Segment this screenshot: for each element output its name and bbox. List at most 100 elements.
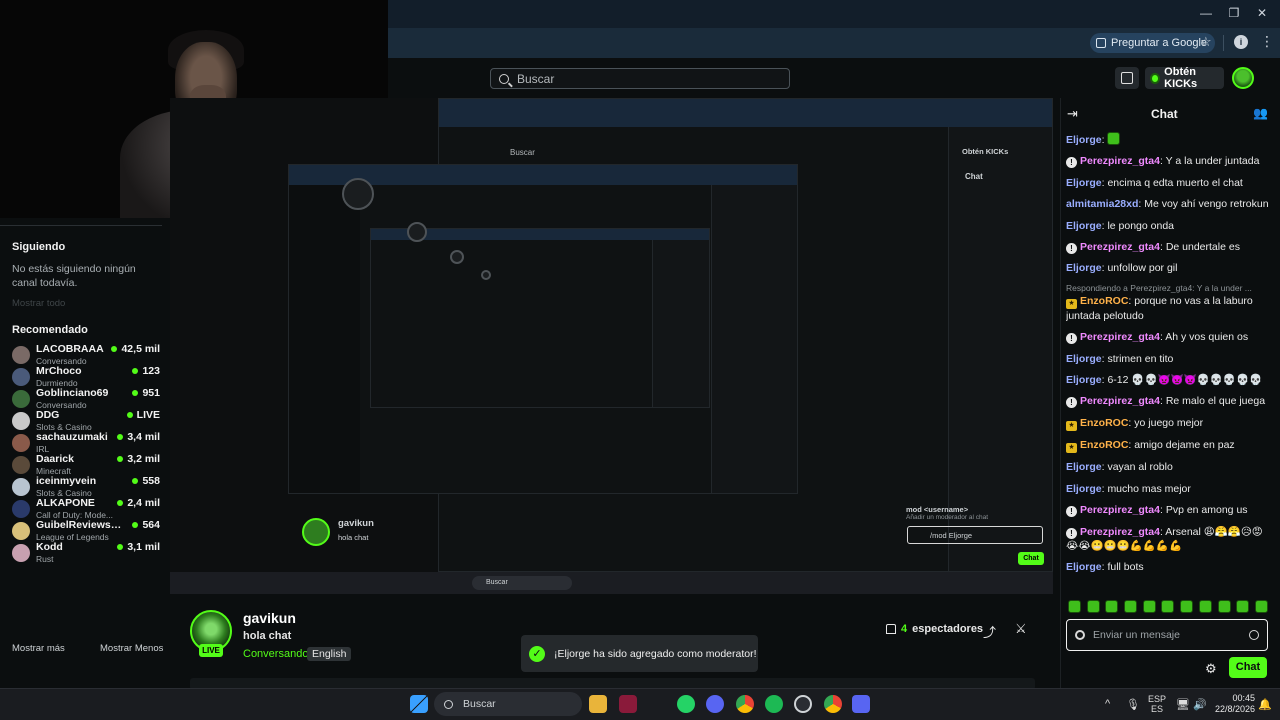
chat-message[interactable]: Eljorge: strimen en tito [1066,352,1272,366]
stream-language-tag[interactable]: English [307,647,352,661]
search-field[interactable] [490,68,790,89]
chat-username[interactable]: almitamia28xd [1066,198,1138,210]
emote-quick-bar [1068,600,1268,615]
emoji-picker-icon[interactable] [1249,630,1259,640]
chat-username[interactable]: Eljorge [1066,461,1102,473]
whatsapp-icon[interactable] [677,695,695,713]
chat-message-input[interactable] [1093,629,1241,641]
emote-icon[interactable] [1161,600,1175,613]
ask-google-button[interactable]: Preguntar a Google [1090,33,1216,53]
chrome-active-icon[interactable] [824,695,842,713]
chat-message[interactable]: ! Perezpirez_gta4: De undertale es [1066,240,1272,254]
profile-icon[interactable]: i [1234,35,1248,49]
chat-message[interactable]: Eljorge: mucho mas mejor [1066,482,1272,496]
chat-message[interactable]: Eljorge: encima q edta muerto el chat [1066,176,1272,190]
emote-icon[interactable] [1236,600,1250,613]
show-less-link[interactable]: Mostrar Menos [100,643,163,654]
chat-username[interactable]: EnzoROC [1080,439,1128,451]
chat-message[interactable]: ! Perezpirez_gta4: Pvp en among us [1066,503,1272,518]
chat-username[interactable]: Eljorge [1066,220,1102,232]
chat-message[interactable]: Eljorge: vayan al roblo [1066,460,1272,474]
chat-users-icon[interactable]: 👥 [1253,106,1268,120]
file-explorer-icon[interactable] [589,695,607,713]
chat-message[interactable]: Eljorge: [1066,132,1272,147]
spotify-icon[interactable] [765,695,783,713]
emote-icon[interactable] [1198,600,1212,613]
chat-message[interactable]: ! Perezpirez_gta4: Arsenal 😩😤😤😥😡😭😭😬😬😬💪💪💪💪 [1066,525,1272,553]
language-indicator[interactable]: ESP ES [1148,694,1166,714]
browser-menu-icon[interactable]: ⋮ [1260,33,1274,50]
taskbar-clock[interactable]: 00:45 22/8/2026 [1215,693,1255,715]
stream-category-link[interactable]: Conversando [243,648,308,660]
bookmark-star-icon[interactable]: ☆ [1200,34,1212,50]
chat-settings-gear-icon[interactable]: ⚙ [1205,661,1217,677]
send-chat-button[interactable]: Chat [1229,657,1267,678]
chat-username[interactable]: Eljorge [1066,177,1102,189]
chat-username[interactable]: Perezpirez_gta4 [1080,504,1160,516]
chat-username[interactable]: Eljorge [1066,374,1102,386]
user-avatar[interactable] [1232,67,1254,89]
chat-username[interactable]: Eljorge [1066,483,1102,495]
mod-tools-icon[interactable]: ⚔ [1015,621,1027,637]
search-input[interactable] [517,71,767,86]
emote-icon[interactable] [1124,600,1138,613]
chat-username[interactable]: Eljorge [1066,353,1102,365]
show-more-link[interactable]: Mostrar más [12,643,65,654]
microphone-icon[interactable]: 🎙 [1126,698,1140,711]
emote-icon[interactable] [1142,600,1156,613]
stream-video-player[interactable]: Buscar Obtén KICKs Chat mod <username> A… [170,98,1053,594]
chat-message[interactable]: ! Perezpirez_gta4: Re malo el que juega [1066,394,1272,409]
chat-username[interactable]: Perezpirez_gta4 [1080,526,1160,538]
collapse-chat-icon[interactable]: ⇥ [1067,106,1078,122]
chat-username[interactable]: Eljorge [1066,561,1102,573]
chat-username[interactable]: Perezpirez_gta4 [1080,331,1160,343]
chat-message[interactable]: Eljorge: le pongo onda [1066,219,1272,233]
emote-icon[interactable] [1254,600,1268,613]
app-icon[interactable] [619,695,637,713]
close-icon[interactable]: ✕ [1255,6,1269,20]
check-icon: ✓ [529,645,545,662]
chat-identity-icon[interactable] [1075,630,1085,640]
app-active-icon[interactable] [852,695,870,713]
get-kicks-button[interactable]: Obtén KICKs [1145,66,1224,90]
chat-message[interactable]: ! Perezpirez_gta4: Ah y vos quien os [1066,330,1272,345]
chat-message[interactable]: ★ EnzoROC: yo juego mejor [1066,416,1272,431]
tray-chevron-icon[interactable]: ^ [1105,698,1110,710]
chat-message[interactable]: almitamia28xd: Me voy ahí vengo retrokun [1066,197,1272,211]
chat-username[interactable]: Perezpirez_gta4 [1080,241,1160,253]
share-icon[interactable]: ⤴ [983,622,996,641]
volume-icon[interactable]: 🔊 [1193,698,1207,711]
taskbar-search[interactable]: Buscar [434,692,582,716]
windows-start-icon[interactable] [410,695,428,713]
chat-message[interactable]: ★ EnzoROC: porque no vas a la laburo junt… [1066,294,1272,323]
emote-icon[interactable] [1105,600,1119,613]
chat-username[interactable]: Perezpirez_gta4 [1080,395,1160,407]
chat-username[interactable]: Eljorge [1066,262,1102,274]
recommended-channel[interactable]: Kodd Rust 3,1 mil [12,541,164,567]
chat-username[interactable]: Eljorge [1066,134,1102,146]
network-icon[interactable]: 🖥 [1176,698,1190,711]
restore-icon[interactable]: ❐ [1227,6,1241,20]
chrome-icon[interactable] [736,695,754,713]
emote-icon[interactable] [1180,600,1194,613]
steam-icon[interactable] [794,695,812,713]
emote-icon[interactable] [1217,600,1231,613]
chat-username[interactable]: EnzoROC [1080,295,1128,307]
notifications-icon[interactable]: 🔔 [1258,698,1272,711]
chat-message[interactable]: Eljorge: full bots [1066,560,1272,574]
chat-input-field[interactable] [1066,619,1268,651]
theater-mode-button[interactable] [1115,67,1139,89]
chat-username[interactable]: EnzoROC [1080,417,1128,429]
emote-icon[interactable] [1086,600,1100,613]
streamer-name[interactable]: gavikun [243,610,296,626]
chat-message[interactable]: ! Perezpirez_gta4: Y a la under juntada [1066,154,1272,169]
emote-icon[interactable] [1068,600,1081,613]
chat-message-list[interactable]: Eljorge: ! Perezpirez_gta4: Y a la under … [1066,132,1272,592]
show-all-link[interactable]: Mostrar todo [12,298,65,309]
chat-message[interactable]: Eljorge: unfollow por gil [1066,261,1272,275]
chat-message[interactable]: ★ EnzoROC: amigo dejame en paz [1066,438,1272,454]
chat-message[interactable]: Eljorge: 6-12 💀💀👿👿👿💀💀💀💀💀 [1066,373,1272,387]
minimize-icon[interactable]: — [1199,6,1213,20]
discord-icon[interactable] [706,695,724,713]
chat-username[interactable]: Perezpirez_gta4 [1080,155,1160,167]
